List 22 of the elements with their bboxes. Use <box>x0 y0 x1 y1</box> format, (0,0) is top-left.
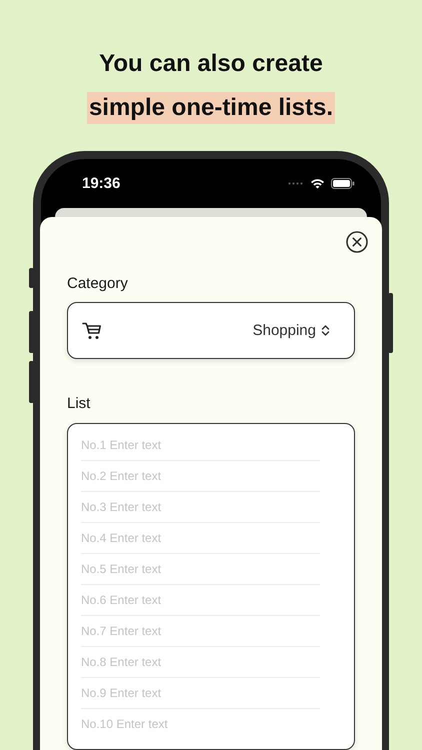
battery-icon <box>331 178 355 189</box>
wifi-icon <box>310 178 325 189</box>
signal-icon <box>288 182 304 185</box>
status-time: 19:36 <box>82 175 120 192</box>
list-item-field[interactable]: No.2 Enter text <box>81 469 320 483</box>
category-picker[interactable]: Shopping <box>67 302 355 359</box>
section-label: List <box>67 395 92 412</box>
headline: You can also create <box>99 49 323 79</box>
list-item-field[interactable]: No.6 Enter text <box>81 593 320 607</box>
list-item-field[interactable]: No.4 Enter text <box>81 531 320 545</box>
section-label: Category <box>67 275 129 292</box>
list-item-field[interactable]: No.9 Enter text <box>81 686 320 700</box>
list-item-field[interactable]: No.8 Enter text <box>81 655 320 669</box>
list-item-field[interactable]: No.7 Enter text <box>81 624 320 638</box>
list-item-field[interactable]: No.3 Enter text <box>81 500 320 514</box>
cart-icon <box>82 322 102 340</box>
list-item-field[interactable]: No.10 Enter text <box>81 717 320 731</box>
list-item-field[interactable]: No.5 Enter text <box>81 562 320 576</box>
list-item-field[interactable]: No.1 Enter text <box>81 438 320 452</box>
highlighted-headline: simple one-time lists. <box>86 92 336 124</box>
close-icon[interactable] <box>346 231 368 253</box>
chevron-updown-icon <box>321 324 330 337</box>
